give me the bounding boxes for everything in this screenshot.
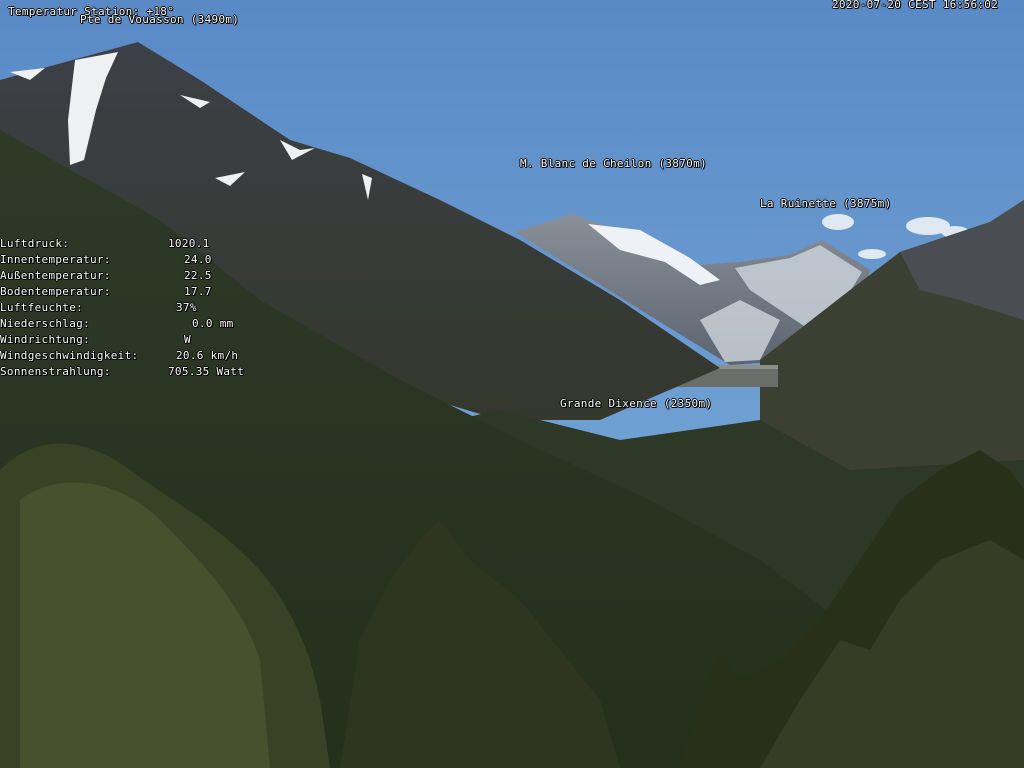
weather-value: 705.35 Watt [168,365,245,378]
weather-row-wind-direction: Windrichtung: W [0,333,260,349]
weather-value: 17.7 [184,285,212,298]
weather-label: Innentemperatur: [0,253,111,266]
weather-value: 0.0 mm [192,317,234,330]
weather-row-wind-speed: Windgeschwindigkeit: 20.6 km/h [0,349,260,365]
weather-label: Windgeschwindigkeit: [0,349,139,362]
weather-readout: Luftdruck: 1020.1 Innentemperatur: 24.0 … [0,237,260,381]
weather-value: 20.6 km/h [176,349,239,362]
weather-row-solar-radiation: Sonnenstrahlung: 705.35 Watt [0,365,260,381]
peak-label-la-ruinette: La Ruinette (3875m) [760,197,892,210]
mountain-scene [0,0,1024,768]
weather-row-precipitation: Niederschlag: 0.0 mm [0,317,260,333]
timestamp: 2020-07-20 CEST 16:56:02 [832,0,999,11]
weather-value: 37% [176,301,197,314]
weather-label: Außentemperatur: [0,269,111,282]
weather-label: Luftdruck: [0,237,70,250]
weather-row-indoor-temp: Innentemperatur: 24.0 [0,253,260,269]
weather-label: Sonnenstrahlung: [0,365,111,378]
weather-row-humidity: Luftfeuchte: 37% [0,301,260,317]
weather-row-pressure: Luftdruck: 1020.1 [0,237,260,253]
weather-row-ground-temp: Bodentemperatur: 17.7 [0,285,260,301]
label-grande-dixence: Grande Dixence (2350m) [560,397,713,410]
webcam-image: Temperatur Station: +18° 2020-07-20 CEST… [0,0,1024,768]
weather-value: 1020.1 [168,237,210,250]
weather-row-outdoor-temp: Außentemperatur: 22.5 [0,269,260,285]
weather-value: 24.0 [184,253,212,266]
weather-value: 22.5 [184,269,212,282]
weather-label: Windrichtung: [0,333,90,346]
peak-label-vouasson: Pte de Vouasson (3490m) [80,13,240,26]
weather-label: Niederschlag: [0,317,90,330]
peak-label-blanc-de-cheilon: M. Blanc de Cheilon (3870m) [520,157,707,170]
weather-label: Bodentemperatur: [0,285,111,298]
weather-value: W [184,333,191,346]
weather-label: Luftfeuchte: [0,301,84,314]
